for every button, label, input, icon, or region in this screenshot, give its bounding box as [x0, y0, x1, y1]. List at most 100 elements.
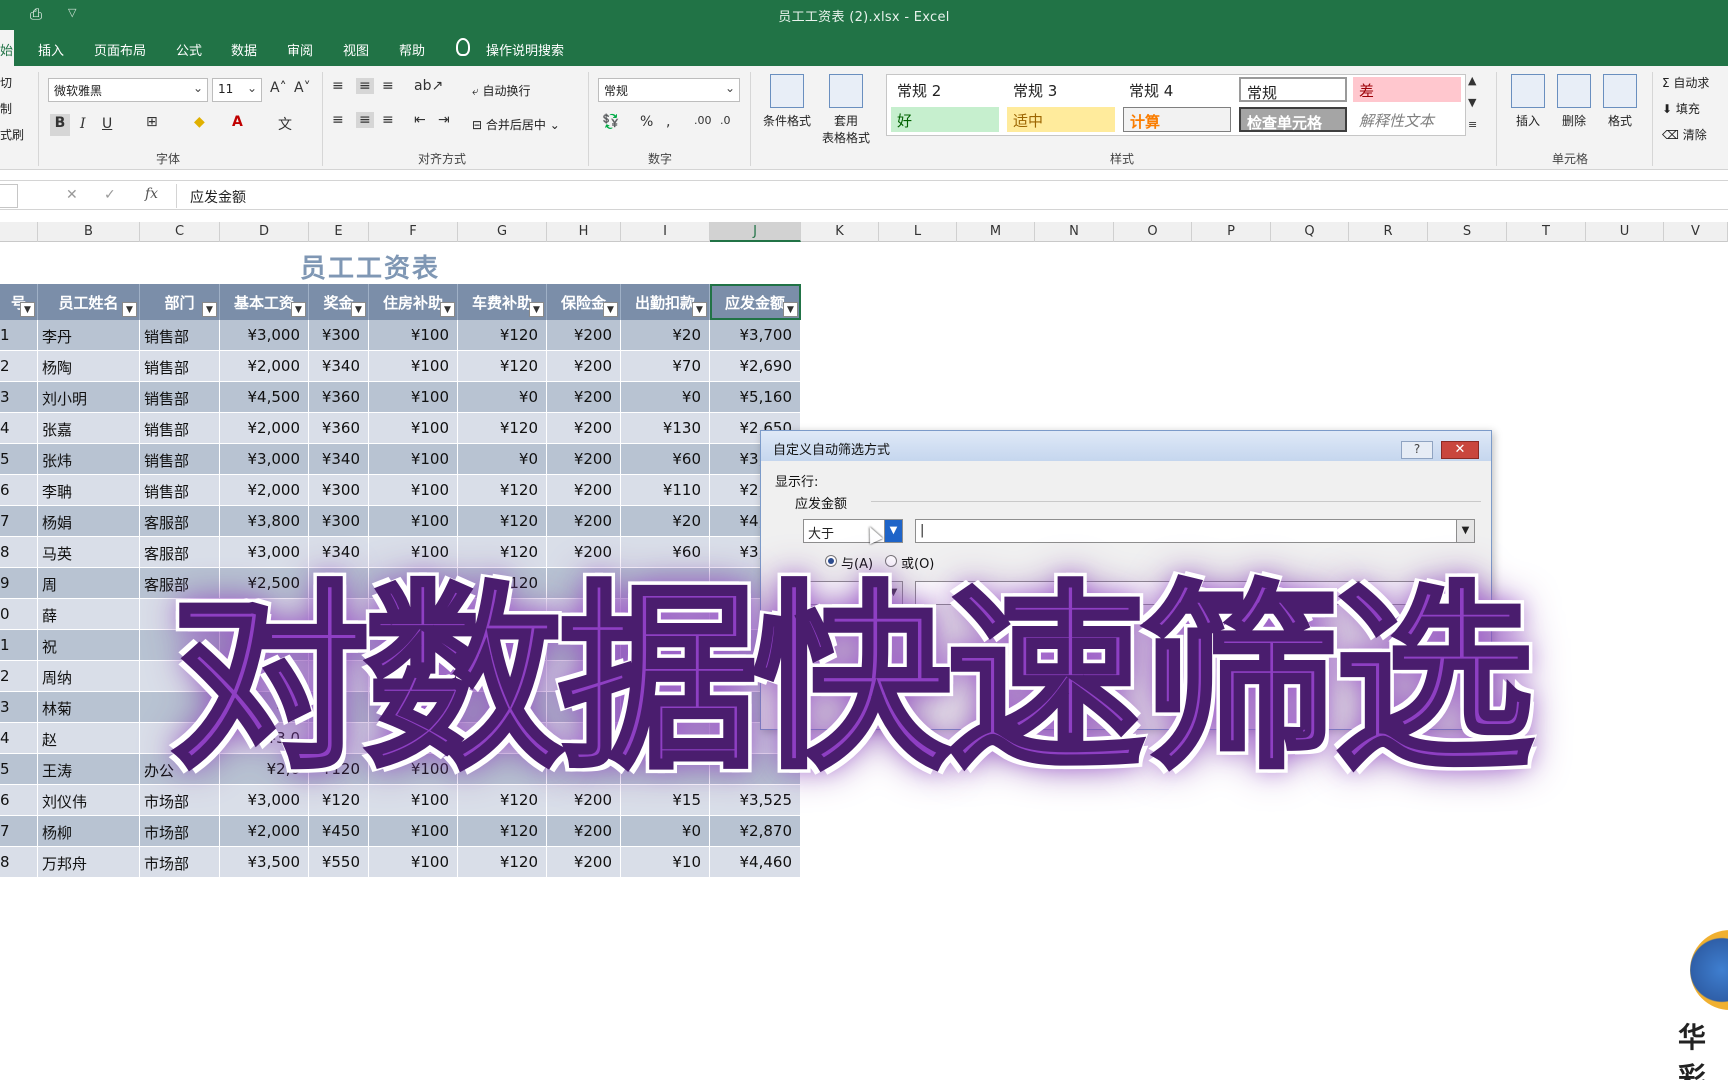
filter-dropdown-icon[interactable]: ▼	[122, 302, 137, 317]
column-header[interactable]: B	[38, 222, 140, 242]
column-header[interactable]: K	[801, 222, 879, 242]
table-cell[interactable]: ¥20	[621, 320, 710, 351]
table-cell[interactable]: 5	[0, 444, 38, 475]
table-cell[interactable]: 8	[0, 537, 38, 568]
indent-increase-icon[interactable]: ⇥	[438, 112, 450, 128]
clear-button[interactable]: ⌫ 清除	[1662, 126, 1707, 143]
table-cell[interactable]: ¥200	[547, 506, 621, 537]
sheet-title[interactable]: 员工工资表	[0, 248, 740, 285]
border-icon[interactable]: ⊞	[146, 114, 158, 130]
comma-icon[interactable]: ,	[666, 114, 670, 130]
table-cell[interactable]: ¥100	[369, 847, 458, 878]
column-header[interactable]: N	[1035, 222, 1114, 242]
table-cell[interactable]: ¥0	[458, 444, 547, 475]
conditional-format-button[interactable]: 条件格式	[756, 74, 818, 129]
table-cell[interactable]: 杨陶	[38, 351, 140, 382]
fill-color-icon[interactable]: ◆	[194, 114, 205, 130]
table-cell[interactable]: 2	[0, 351, 38, 382]
filter-dropdown-icon[interactable]: ▼	[351, 302, 366, 317]
table-header-cell[interactable]: 基本工资 ▼	[220, 284, 309, 320]
orientation-icon[interactable]: ab↗	[414, 78, 443, 94]
filter-dropdown-icon[interactable]: ▼	[783, 302, 798, 317]
table-cell[interactable]: ¥2,000	[220, 475, 309, 506]
tab-view[interactable]: 视图	[343, 40, 369, 59]
table-cell[interactable]: 4	[0, 413, 38, 444]
table-cell[interactable]: ¥100	[369, 444, 458, 475]
table-cell[interactable]: ¥60	[621, 444, 710, 475]
table-cell[interactable]: ¥4,500	[220, 382, 309, 413]
underline-icon[interactable]: U	[102, 116, 112, 132]
table-cell[interactable]: ¥5,160	[710, 382, 801, 413]
table-cell[interactable]: ¥20	[621, 506, 710, 537]
table-cell[interactable]: 1	[0, 320, 38, 351]
tab-page-layout[interactable]: 页面布局	[94, 40, 146, 59]
tab-home[interactable]: 始	[0, 30, 14, 66]
column-header[interactable]: U	[1586, 222, 1664, 242]
format-cells-button[interactable]: 格式	[1598, 74, 1642, 129]
merge-center-button[interactable]: ⊟ 合并后居中 ⌄	[472, 116, 560, 133]
table-cell[interactable]: 市场部	[140, 816, 220, 847]
column-header-selected[interactable]: J	[710, 222, 801, 242]
style-normal[interactable]: 常规	[1239, 77, 1347, 102]
table-cell[interactable]: 4	[0, 723, 38, 754]
table-cell[interactable]: ¥340	[309, 351, 369, 382]
align-middle-icon[interactable]: ≡	[356, 78, 374, 94]
table-cell[interactable]: 3	[0, 382, 38, 413]
tab-data[interactable]: 数据	[231, 40, 257, 59]
table-cell[interactable]: ¥120	[458, 351, 547, 382]
name-box[interactable]	[0, 184, 18, 208]
table-cell[interactable]: ¥120	[458, 475, 547, 506]
insert-cells-button[interactable]: 插入	[1506, 74, 1550, 129]
cut-button[interactable]: 切	[0, 74, 12, 91]
table-cell[interactable]: ¥2,000	[220, 816, 309, 847]
table-cell[interactable]: 市场部	[140, 847, 220, 878]
table-cell[interactable]: ¥300	[309, 320, 369, 351]
font-name-select[interactable]: 微软雅黑 ⌄	[48, 78, 208, 102]
table-header-cell[interactable]: 员工姓名 ▼	[38, 284, 140, 320]
decrease-font-icon[interactable]: A˅	[294, 80, 311, 96]
align-center-icon[interactable]: ≡	[356, 112, 374, 128]
table-cell[interactable]: ¥200	[547, 320, 621, 351]
gallery-more-icon[interactable]: ≡	[1468, 118, 1477, 131]
column-header-a[interactable]	[0, 222, 38, 242]
tab-insert[interactable]: 插入	[38, 40, 64, 59]
align-right-icon[interactable]: ≡	[382, 112, 394, 128]
table-cell[interactable]: ¥130	[621, 413, 710, 444]
table-cell[interactable]: ¥100	[369, 816, 458, 847]
bold-icon[interactable]: B	[50, 114, 70, 136]
style-bad[interactable]: 差	[1353, 77, 1461, 102]
tell-me-search[interactable]: 操作说明搜索	[486, 40, 564, 59]
table-cell[interactable]: ¥100	[369, 475, 458, 506]
table-header-cell[interactable]: 车费补助 ▼	[458, 284, 547, 320]
formula-input[interactable]	[176, 184, 1728, 208]
table-cell[interactable]: 7	[0, 816, 38, 847]
table-cell[interactable]: ¥10	[621, 847, 710, 878]
table-cell[interactable]: ¥2,000	[220, 351, 309, 382]
close-button[interactable]: ✕	[1441, 441, 1479, 459]
table-cell[interactable]: ¥120	[458, 320, 547, 351]
table-cell[interactable]: ¥200	[547, 816, 621, 847]
table-cell[interactable]: ¥200	[547, 847, 621, 878]
table-cell[interactable]: ¥200	[547, 413, 621, 444]
column-header[interactable]: V	[1664, 222, 1728, 242]
table-cell[interactable]: ¥550	[309, 847, 369, 878]
table-cell[interactable]: ¥3,800	[220, 506, 309, 537]
table-cell[interactable]: 2	[0, 661, 38, 692]
phonetic-icon[interactable]: 文	[278, 114, 292, 134]
table-cell[interactable]: ¥120	[458, 413, 547, 444]
table-cell[interactable]: ¥300	[309, 475, 369, 506]
table-cell[interactable]: ¥120	[458, 847, 547, 878]
dropdown-arrow-icon[interactable]: ▼	[1456, 520, 1474, 542]
table-cell[interactable]: 7	[0, 506, 38, 537]
table-cell[interactable]: 客服部	[140, 506, 220, 537]
filter-dropdown-icon[interactable]: ▼	[692, 302, 707, 317]
copy-button[interactable]: 制	[0, 100, 12, 117]
table-header-cell[interactable]: 应发金额 ▼	[710, 284, 801, 320]
table-cell[interactable]: ¥340	[309, 444, 369, 475]
table-cell[interactable]: 5	[0, 754, 38, 785]
table-cell[interactable]: 9	[0, 568, 38, 599]
table-cell[interactable]: ¥200	[547, 444, 621, 475]
table-cell[interactable]: ¥360	[309, 413, 369, 444]
column-header[interactable]: Q	[1271, 222, 1349, 242]
style-normal-2[interactable]: 常规 2	[891, 77, 999, 102]
